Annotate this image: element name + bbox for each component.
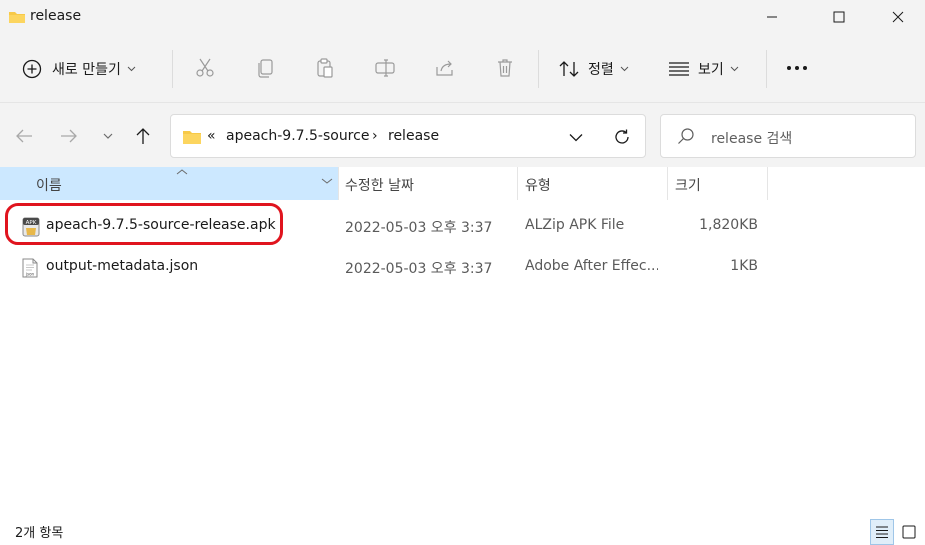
breadcrumb-item[interactable]: apeach-9.7.5-source bbox=[226, 128, 369, 144]
sort-icon bbox=[559, 61, 579, 77]
list-view-icon bbox=[669, 62, 689, 76]
highlight-annotation bbox=[5, 203, 283, 245]
toolbar-divider bbox=[538, 50, 539, 88]
minimize-button[interactable] bbox=[749, 0, 795, 34]
toolbar-divider bbox=[766, 50, 767, 88]
details-view-button[interactable] bbox=[870, 519, 894, 545]
address-bar[interactable]: « apeach-9.7.5-source › release bbox=[170, 114, 646, 158]
json-file-icon: json bbox=[22, 258, 38, 282]
sort-button[interactable]: 정렬 bbox=[558, 58, 629, 80]
column-header: 이름 수정한 날짜 유형 크기 bbox=[0, 167, 925, 200]
maximize-button[interactable] bbox=[816, 0, 862, 34]
chevron-down-icon bbox=[730, 66, 739, 72]
address-history-button[interactable] bbox=[565, 127, 587, 147]
tiles-view-icon bbox=[902, 525, 916, 539]
title-bar: release bbox=[0, 0, 925, 34]
breadcrumb-separator: › bbox=[372, 128, 378, 144]
column-divider[interactable] bbox=[338, 167, 339, 200]
recent-locations-button[interactable] bbox=[97, 125, 119, 147]
chevron-down-icon bbox=[569, 133, 583, 141]
file-type: Adobe After Effec... bbox=[525, 258, 658, 274]
arrow-up-icon bbox=[136, 128, 150, 144]
copy-icon bbox=[258, 59, 273, 78]
file-name: output-metadata.json bbox=[46, 258, 199, 274]
file-type: ALZip APK File bbox=[525, 217, 625, 233]
search-box[interactable]: release 검색 bbox=[660, 114, 916, 158]
window-title: release bbox=[30, 8, 82, 24]
type-column-header[interactable]: 유형 bbox=[525, 175, 551, 195]
toolbar-divider bbox=[172, 50, 173, 88]
paste-icon bbox=[317, 58, 333, 78]
refresh-button[interactable] bbox=[611, 127, 633, 147]
breadcrumb-item[interactable]: release bbox=[388, 128, 439, 144]
view-button[interactable]: 보기 bbox=[668, 58, 739, 80]
close-icon bbox=[892, 11, 904, 23]
folder-icon bbox=[8, 9, 26, 29]
share-button[interactable] bbox=[433, 56, 457, 80]
back-button[interactable] bbox=[13, 125, 35, 147]
close-button[interactable] bbox=[875, 0, 921, 34]
file-date: 2022-05-03 오후 3:37 bbox=[345, 220, 493, 236]
details-view-icon bbox=[876, 526, 888, 538]
tiles-view-button[interactable] bbox=[897, 519, 921, 545]
arrow-right-icon bbox=[61, 129, 77, 143]
copy-button[interactable] bbox=[253, 56, 277, 80]
share-icon bbox=[436, 60, 453, 76]
search-placeholder: release 검색 bbox=[711, 131, 793, 147]
command-bar: 새로 만들기 정렬 보기 bbox=[0, 34, 925, 103]
refresh-icon bbox=[615, 129, 629, 144]
cut-button[interactable] bbox=[193, 56, 217, 80]
chevron-down-icon bbox=[103, 133, 113, 139]
name-column-label: 이름 bbox=[36, 178, 62, 194]
item-count: 2개 항목 bbox=[15, 526, 64, 541]
navigation-bar: « apeach-9.7.5-source › release release … bbox=[0, 103, 925, 167]
sort-button-label: 정렬 bbox=[588, 62, 614, 78]
file-size: 1KB bbox=[730, 258, 758, 274]
rename-icon bbox=[375, 59, 395, 77]
new-button[interactable]: 새로 만들기 bbox=[22, 58, 136, 80]
rename-button[interactable] bbox=[373, 56, 397, 80]
date-column-header[interactable]: 수정한 날짜 bbox=[345, 175, 414, 195]
column-divider[interactable] bbox=[767, 167, 768, 200]
minimize-icon bbox=[767, 16, 777, 18]
plus-circle-icon bbox=[22, 59, 42, 79]
table-row[interactable]: json output-metadata.json 2022-05-03 오후 … bbox=[0, 247, 925, 288]
delete-icon bbox=[498, 59, 512, 77]
svg-text:json: json bbox=[25, 272, 35, 277]
breadcrumb-overflow[interactable]: « bbox=[207, 128, 216, 144]
file-date: 2022-05-03 오후 3:37 bbox=[345, 261, 493, 277]
paste-button[interactable] bbox=[313, 56, 337, 80]
column-divider[interactable] bbox=[667, 167, 668, 200]
arrow-left-icon bbox=[16, 129, 32, 143]
chevron-down-icon bbox=[620, 66, 629, 72]
chevron-down-icon bbox=[127, 66, 136, 72]
cut-icon bbox=[196, 58, 214, 77]
delete-button[interactable] bbox=[493, 56, 517, 80]
sort-ascending-icon bbox=[176, 169, 188, 175]
new-button-label: 새로 만들기 bbox=[52, 62, 121, 78]
more-icon bbox=[787, 66, 807, 70]
file-size: 1,820KB bbox=[699, 217, 758, 233]
column-divider[interactable] bbox=[517, 167, 518, 200]
more-options-button[interactable] bbox=[785, 56, 809, 80]
size-column-header[interactable]: 크기 bbox=[675, 175, 701, 195]
up-button[interactable] bbox=[132, 125, 154, 147]
forward-button[interactable] bbox=[58, 125, 80, 147]
search-icon bbox=[677, 127, 695, 149]
maximize-icon bbox=[833, 11, 845, 23]
chevron-down-icon[interactable] bbox=[321, 177, 333, 185]
folder-icon bbox=[182, 129, 202, 149]
view-button-label: 보기 bbox=[698, 62, 724, 78]
